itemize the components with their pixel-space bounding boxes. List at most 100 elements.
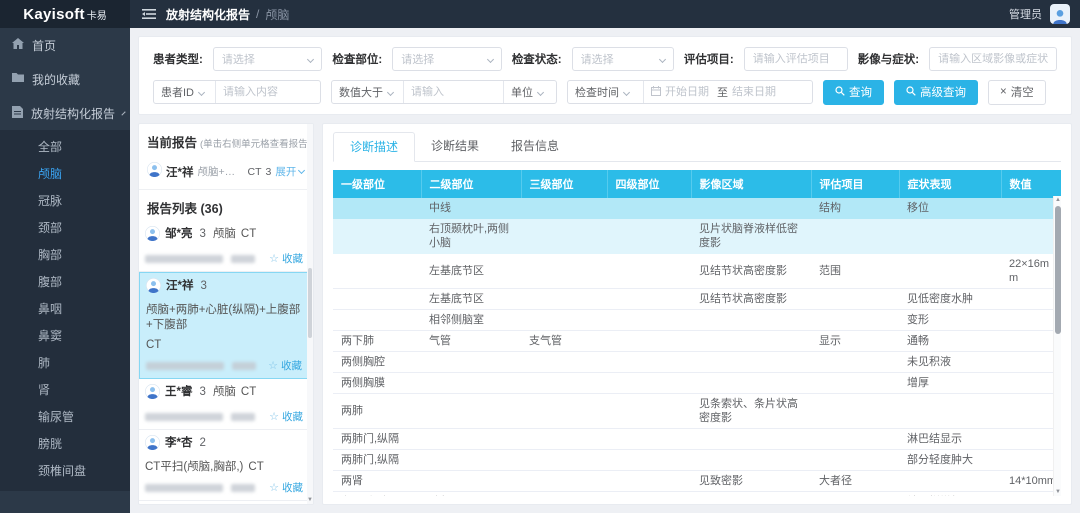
exam-time-select[interactable]: 检查时间 xyxy=(568,81,644,103)
table-cell[interactable]: 22×16mm xyxy=(1001,254,1061,289)
exam-status-select[interactable]: 请选择 xyxy=(572,47,674,71)
table-cell[interactable]: 通畅 xyxy=(899,331,1001,352)
breadcrumb-root[interactable]: 放射结构化报告 xyxy=(166,6,250,23)
current-report-item[interactable]: 汪*祥 颅脑+两肺+心... CT 3 展开 xyxy=(139,157,313,190)
end-date-input[interactable] xyxy=(732,86,780,98)
table-row[interactable]: 两侧胸腔未见积液 xyxy=(333,352,1061,373)
table-cell[interactable] xyxy=(811,219,899,254)
table-cell[interactable]: 增厚 xyxy=(899,373,1001,394)
table-cell[interactable]: 结构 xyxy=(811,198,899,219)
favorite-button[interactable]: ☆收藏 xyxy=(269,480,303,495)
table-cell[interactable]: 两肾 xyxy=(333,471,421,492)
table-cell[interactable] xyxy=(691,198,811,219)
table-cell[interactable] xyxy=(607,254,691,289)
table-cell[interactable] xyxy=(521,429,607,450)
table-cell[interactable] xyxy=(607,331,691,352)
sidebar-subitem-7[interactable]: 鼻窦 xyxy=(0,323,130,350)
table-cell[interactable] xyxy=(811,373,899,394)
table-cell[interactable] xyxy=(811,289,899,310)
table-cell[interactable]: 见低密度水肿 xyxy=(899,289,1001,310)
table-cell[interactable] xyxy=(811,394,899,429)
report-list-item[interactable]: 汪*祥 3 颅脑+两肺+心脏(纵隔)+上腹部+下腹部 CT ☆收藏 xyxy=(139,272,313,379)
table-scrollbar[interactable]: ▲ ▼ xyxy=(1053,196,1061,496)
report-list-item[interactable]: 李*杏 2 CT平扫(颅脑,胸部,) CT ☆收藏 xyxy=(139,430,313,501)
table-row[interactable]: 相邻侧脑室变形 xyxy=(333,310,1061,331)
tab-1[interactable]: 诊断结果 xyxy=(415,132,495,162)
eval-item-input[interactable] xyxy=(753,53,839,65)
table-cell[interactable]: 两侧胸膜 xyxy=(333,373,421,394)
table-cell[interactable]: 左肾,上腺 xyxy=(333,492,421,497)
table-cell[interactable] xyxy=(521,492,607,497)
table-cell[interactable] xyxy=(691,429,811,450)
table-cell[interactable] xyxy=(607,394,691,429)
table-cell[interactable] xyxy=(1001,331,1061,352)
report-list-item[interactable]: 邹*亮 3 颅脑 CT ☆收藏 xyxy=(139,221,313,272)
table-cell[interactable]: 相邻侧脑室 xyxy=(421,310,521,331)
table-cell[interactable] xyxy=(811,352,899,373)
table-cell[interactable] xyxy=(421,450,521,471)
table-cell[interactable] xyxy=(1001,373,1061,394)
sidebar-subitem-11[interactable]: 膀胱 xyxy=(0,431,130,458)
table-cell[interactable]: 结节样增粗 xyxy=(899,492,1001,497)
table-cell[interactable]: 大者径 xyxy=(811,471,899,492)
table-row[interactable]: 左基底节区 见结节状高密度影 见低密度水肿 xyxy=(333,289,1061,310)
table-cell[interactable]: 两下肺 xyxy=(333,331,421,352)
scroll-up-arrow[interactable]: ▲ xyxy=(1054,197,1061,203)
sidebar-item-structured-reports[interactable]: 放射结构化报告 xyxy=(0,96,130,130)
user-avatar[interactable] xyxy=(1050,4,1070,24)
table-cell[interactable] xyxy=(333,198,421,219)
table-cell[interactable] xyxy=(607,471,691,492)
table-row[interactable]: 右顶颞枕叶,两侧小脑 见片状脑脊液样低密度影 xyxy=(333,219,1061,254)
table-cell[interactable] xyxy=(691,331,811,352)
table-cell[interactable]: 左基底节区 xyxy=(421,254,521,289)
table-cell[interactable] xyxy=(811,450,899,471)
table-cell[interactable]: 两肺门,纵隔 xyxy=(333,450,421,471)
table-cell[interactable] xyxy=(607,352,691,373)
table-cell[interactable] xyxy=(421,429,521,450)
sidebar-item-favorites[interactable]: 我的收藏 xyxy=(0,62,130,96)
table-row[interactable]: 两肺见条索状、条片状高密度影 xyxy=(333,394,1061,429)
sidebar-subitem-4[interactable]: 胸部 xyxy=(0,242,130,269)
table-cell[interactable]: 显示 xyxy=(811,331,899,352)
table-cell[interactable]: 移位 xyxy=(899,198,1001,219)
tab-2[interactable]: 报告信息 xyxy=(495,132,575,162)
table-cell[interactable] xyxy=(899,254,1001,289)
report-list-item[interactable]: 叶*富 3 颅脑+两肺+心脏(纵隔)+上腹部+下腹部 CT ☆收藏 xyxy=(139,501,313,504)
user-name[interactable]: 管理员 xyxy=(1009,6,1042,22)
sidebar-subitem-6[interactable]: 鼻咽 xyxy=(0,296,130,323)
table-cell[interactable]: 见结节状高密度影 xyxy=(691,289,811,310)
table-cell[interactable]: 见致密影 xyxy=(691,471,811,492)
sidebar-subitem-3[interactable]: 颈部 xyxy=(0,215,130,242)
value-input[interactable] xyxy=(411,86,496,98)
table-row[interactable]: 两肺门,纵隔部分轻度肿大 xyxy=(333,450,1061,471)
table-cell[interactable] xyxy=(521,373,607,394)
table-cell[interactable] xyxy=(1001,429,1061,450)
report-list-scrollbar[interactable]: ▼ xyxy=(307,124,313,504)
patient-type-select[interactable]: 请选择 xyxy=(213,47,323,71)
table-cell[interactable] xyxy=(607,492,691,497)
scrollbar-thumb[interactable] xyxy=(308,268,312,338)
favorite-button[interactable]: ☆收藏 xyxy=(269,409,303,424)
table-cell[interactable] xyxy=(607,289,691,310)
table-cell[interactable] xyxy=(899,471,1001,492)
scroll-down-arrow[interactable]: ▼ xyxy=(1054,489,1061,495)
table-cell[interactable] xyxy=(691,352,811,373)
table-cell[interactable]: 右顶颞枕叶,两侧小脑 xyxy=(421,219,521,254)
table-cell[interactable] xyxy=(421,373,521,394)
sidebar-subitem-1[interactable]: 颅脑 xyxy=(0,161,130,188)
table-cell[interactable] xyxy=(521,471,607,492)
table-cell[interactable]: 见片状脑脊液样低密度影 xyxy=(691,219,811,254)
table-cell[interactable] xyxy=(607,310,691,331)
table-cell[interactable] xyxy=(691,492,811,497)
table-cell[interactable] xyxy=(811,492,899,497)
table-cell[interactable]: 左基底节区 xyxy=(421,289,521,310)
table-cell[interactable] xyxy=(691,373,811,394)
clear-button[interactable]: × 清空 xyxy=(988,80,1046,105)
table-cell[interactable]: 两肺 xyxy=(333,394,421,429)
favorite-button[interactable]: ☆收藏 xyxy=(268,358,302,373)
table-cell[interactable]: 淋巴结显示 xyxy=(899,429,1001,450)
table-cell[interactable]: 两侧胸腔 xyxy=(333,352,421,373)
favorite-button[interactable]: ☆收藏 xyxy=(269,251,303,266)
table-cell[interactable] xyxy=(1001,219,1061,254)
table-cell[interactable]: 范围 xyxy=(811,254,899,289)
